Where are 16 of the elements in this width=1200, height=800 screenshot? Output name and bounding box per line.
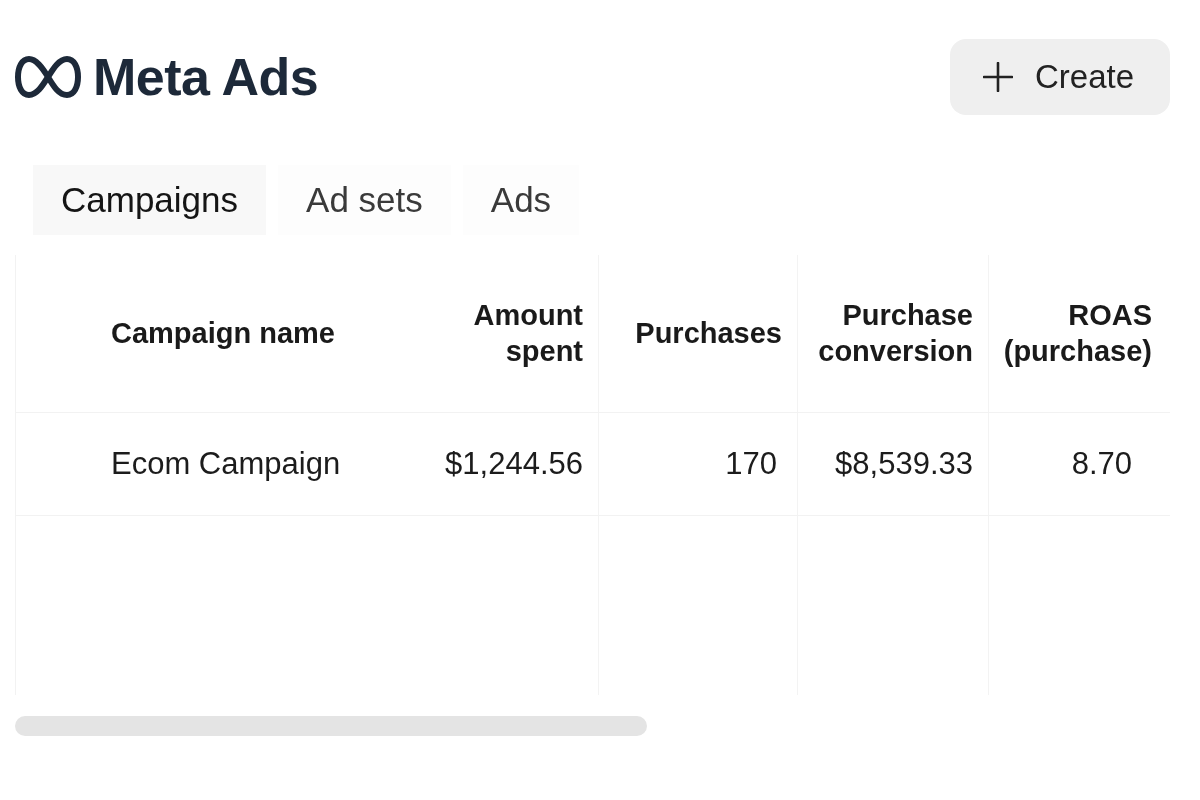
table-cell: $8,539.33: [797, 412, 989, 515]
table-cell: 170: [598, 412, 798, 515]
column-header[interactable]: ROAS (purchase): [988, 255, 1170, 412]
column-header[interactable]: Campaign name: [15, 255, 416, 412]
column-header[interactable]: Purchases: [598, 255, 798, 412]
table-cell: Ecom Campaign: [15, 412, 416, 515]
table-cell: $1,244.56: [415, 412, 599, 515]
column-header[interactable]: Amount spent: [415, 255, 599, 412]
column-header[interactable]: Purchase conversion: [797, 255, 989, 412]
brand-name: Meta Ads: [93, 47, 319, 107]
infinity-logo-icon: [15, 55, 81, 99]
plus-icon: [983, 62, 1013, 92]
tab[interactable]: Campaigns: [33, 165, 267, 235]
create-button[interactable]: Create: [950, 39, 1170, 115]
table-cell: 8.70: [988, 412, 1170, 515]
scrollbar-thumb[interactable]: [15, 716, 647, 736]
